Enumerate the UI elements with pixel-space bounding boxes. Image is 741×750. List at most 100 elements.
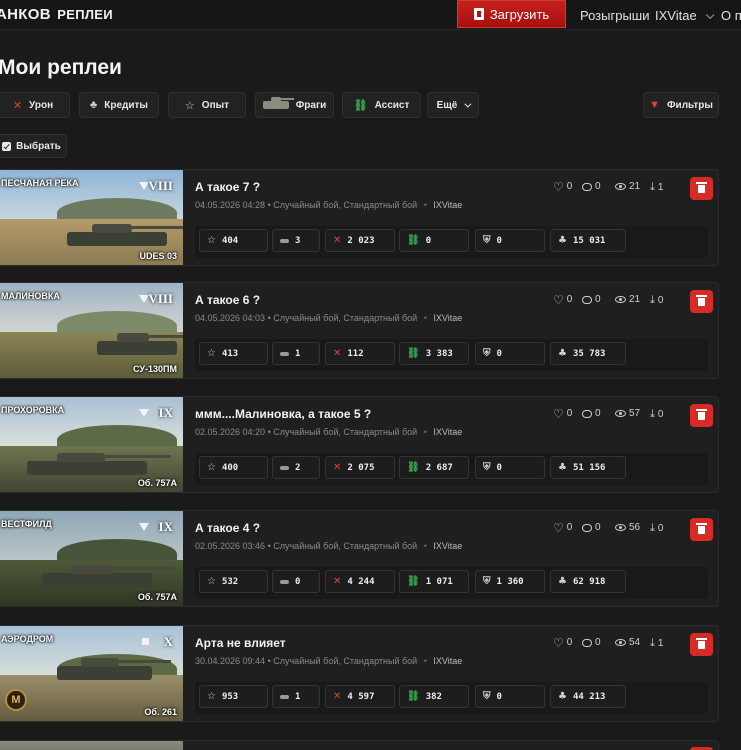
shield-icon: ⛨ [483, 348, 491, 359]
comments-counter[interactable]: 0 [582, 522, 601, 533]
replay-card[interactable]: ПРОХОРОВКА IX Об. 757А ммм....Малиновка,… [0, 396, 719, 493]
sort-damage-label: Урон [29, 99, 54, 111]
stat-credits: ♣ 51 156 [550, 456, 626, 479]
comments-counter[interactable]: 0 [582, 294, 601, 305]
assist-link-icon: ⛓ [407, 348, 420, 359]
likes-counter[interactable]: ♡ 0 [553, 179, 572, 194]
delete-button[interactable] [690, 633, 713, 656]
downloads-count: 0 [657, 523, 664, 534]
replay-mode: • Случайный бой, Стандартный бой [267, 313, 418, 323]
likes-counter[interactable]: ♡ 0 [553, 637, 572, 649]
replay-thumbnail[interactable]: ПЕСЧАНАЯ РЕКА VIII UDES 03 [0, 170, 183, 265]
comments-counter[interactable]: 0 [582, 408, 601, 419]
stat-damage: ✕ 2 023 [325, 229, 395, 252]
stat-blocked: ⛨ 0 [475, 456, 545, 479]
views-count: 21 [629, 294, 641, 305]
likes-count: 0 [566, 408, 573, 419]
replay-thumbnail[interactable]: ВЕСТФИЛД IX Об. 757А [0, 511, 183, 606]
downloads-counter[interactable]: ⤓ 1 [650, 637, 663, 650]
replay-thumbnail[interactable]: ПРОХОРОВКА IX Об. 757А [0, 397, 183, 492]
map-name: ПЕСЧАНАЯ РЕКА [1, 178, 79, 188]
comments-counter[interactable]: 0 [582, 637, 601, 648]
thumbnail-tank [67, 224, 183, 246]
checkbox-icon [2, 141, 12, 151]
downloads-count: 0 [657, 409, 664, 420]
sort-assist-chip[interactable]: ⛓ Ассист [342, 92, 421, 118]
stat-blocked-value: 0 [496, 462, 502, 473]
stat-assist-value: 1 071 [425, 576, 453, 587]
stat-frags: 2 [272, 456, 320, 479]
replay-title[interactable]: А такое 4 ? [195, 521, 260, 535]
likes-counter[interactable]: ♡ 0 [553, 408, 573, 420]
downloads-counter[interactable]: ⤓ 0 [650, 294, 663, 307]
downloads-counter[interactable]: ⤓ 0 [650, 408, 663, 421]
replay-card[interactable]: ВЕСТФИЛД IX Об. 757А А такое 4 ? 02.05.2… [0, 510, 719, 607]
replay-card[interactable]: ПЕСЧАНАЯ РЕКА VIII UDES 03 А такое 7 ? 0… [0, 169, 719, 266]
likes-counter[interactable]: ♡ 0 [553, 520, 572, 535]
heart-icon: ♡ [553, 520, 564, 535]
downloads-counter[interactable]: ⤓ 1 [650, 181, 663, 194]
delete-button[interactable] [690, 177, 713, 200]
sort-frags-chip[interactable]: Фраги [255, 92, 334, 118]
comments-count: 0 [595, 408, 601, 419]
views-count: 54 [629, 637, 641, 648]
replay-card[interactable]: МАЛИНОВКА VIII СУ-130ПМ А такое 6 ? 04.0… [0, 282, 719, 379]
stat-blocked: ⛨ 0 [475, 685, 545, 708]
stat-blocked-value: 0 [496, 348, 502, 359]
heart-icon: ♡ [553, 179, 564, 194]
site-logo[interactable]: АНКОВ РЕПЛЕИ [0, 6, 113, 23]
replay-meta: 02.05.2026 04:20 • Случайный бой, Станда… [195, 427, 462, 437]
sort-exp-chip[interactable]: ☆ Опыт [168, 92, 246, 118]
vehicle-name: Об. 757А [137, 478, 177, 488]
select-mode-button[interactable]: Выбрать [0, 134, 67, 158]
nav-giveaways-link[interactable]: Розыгрыши [580, 8, 650, 23]
replay-date: 02.05.2026 04:20 [195, 427, 266, 437]
sort-credits-chip[interactable]: ♣ Кредиты [79, 92, 159, 118]
vehicle-tier: VIII [148, 178, 173, 193]
stat-credits-value: 62 918 [572, 576, 606, 587]
replay-author: IXVitae [433, 427, 463, 437]
replay-title[interactable]: А такое 7 ? [195, 180, 260, 194]
replay-title[interactable]: А такое 6 ? [195, 293, 260, 307]
credits-icon: ♣ [90, 99, 98, 111]
star-icon: ☆ [207, 691, 216, 702]
delete-button[interactable] [690, 518, 713, 541]
delete-button[interactable] [690, 404, 713, 427]
vehicle-tier: VIII [148, 291, 173, 306]
user-menu[interactable]: IXVitae [655, 8, 711, 23]
thumbnail-tank [57, 658, 171, 680]
replay-meta: 30.04.2026 09:44 • Случайный бой, Станда… [195, 656, 462, 666]
comment-icon [582, 409, 592, 418]
replay-meta: 04.05.2026 04:03 • Случайный бой, Станда… [195, 313, 462, 323]
filters-button[interactable]: ▼ Фильтры [643, 92, 719, 118]
replay-author: IXVitae [433, 541, 463, 551]
replay-card[interactable]: АЭРОДРОМ X Об. 261 M Арта не влияет 30.0… [0, 625, 719, 722]
more-dropdown[interactable]: Ещё [427, 92, 479, 118]
upload-button[interactable]: Загрузить [457, 0, 566, 28]
stat-exp: ☆ 400 [199, 456, 268, 479]
replay-title[interactable]: ммм....Малиновка, а такое 5 ? [195, 407, 371, 421]
downloads-counter[interactable]: ⤓ 0 [650, 522, 663, 535]
assist-link-icon: ⛓ [353, 99, 368, 112]
mastery-badge-icon: M [5, 689, 27, 711]
replay-card-partial[interactable] [0, 740, 719, 750]
sort-damage-chip[interactable]: ✕ Урон [0, 92, 70, 118]
replay-thumbnail[interactable]: МАЛИНОВКА VIII СУ-130ПМ [0, 283, 183, 378]
comments-counter[interactable]: 0 [582, 181, 601, 192]
replay-date: 02.05.2026 03:46 [195, 541, 266, 551]
stat-blocked-value: 0 [496, 691, 502, 702]
shield-icon: ⛨ [483, 235, 491, 246]
delete-button[interactable] [690, 290, 713, 313]
nav-about-link[interactable]: О п [721, 8, 741, 23]
credits-icon: ♣ [558, 691, 567, 702]
replay-title[interactable]: Арта не влияет [195, 636, 286, 650]
replay-thumbnail[interactable] [0, 741, 183, 750]
stat-assist-value: 0 [425, 235, 432, 246]
battle-stats: ☆ 400 2 ✕ 2 075 ⛓ 2 687 ⛨ 0 ♣ 51 156 [195, 453, 708, 485]
map-name: ВЕСТФИЛД [1, 519, 52, 529]
likes-counter[interactable]: ♡ 0 [553, 294, 572, 306]
battle-stats: ☆ 532 0 ✕ 4 244 ⛓ 1 071 ⛨ 1 360 ♣ 62 918 [195, 567, 708, 599]
replay-thumbnail[interactable]: АЭРОДРОМ X Об. 261 M [0, 626, 183, 721]
comment-icon [582, 295, 592, 304]
download-icon: ⤓ [650, 294, 655, 306]
